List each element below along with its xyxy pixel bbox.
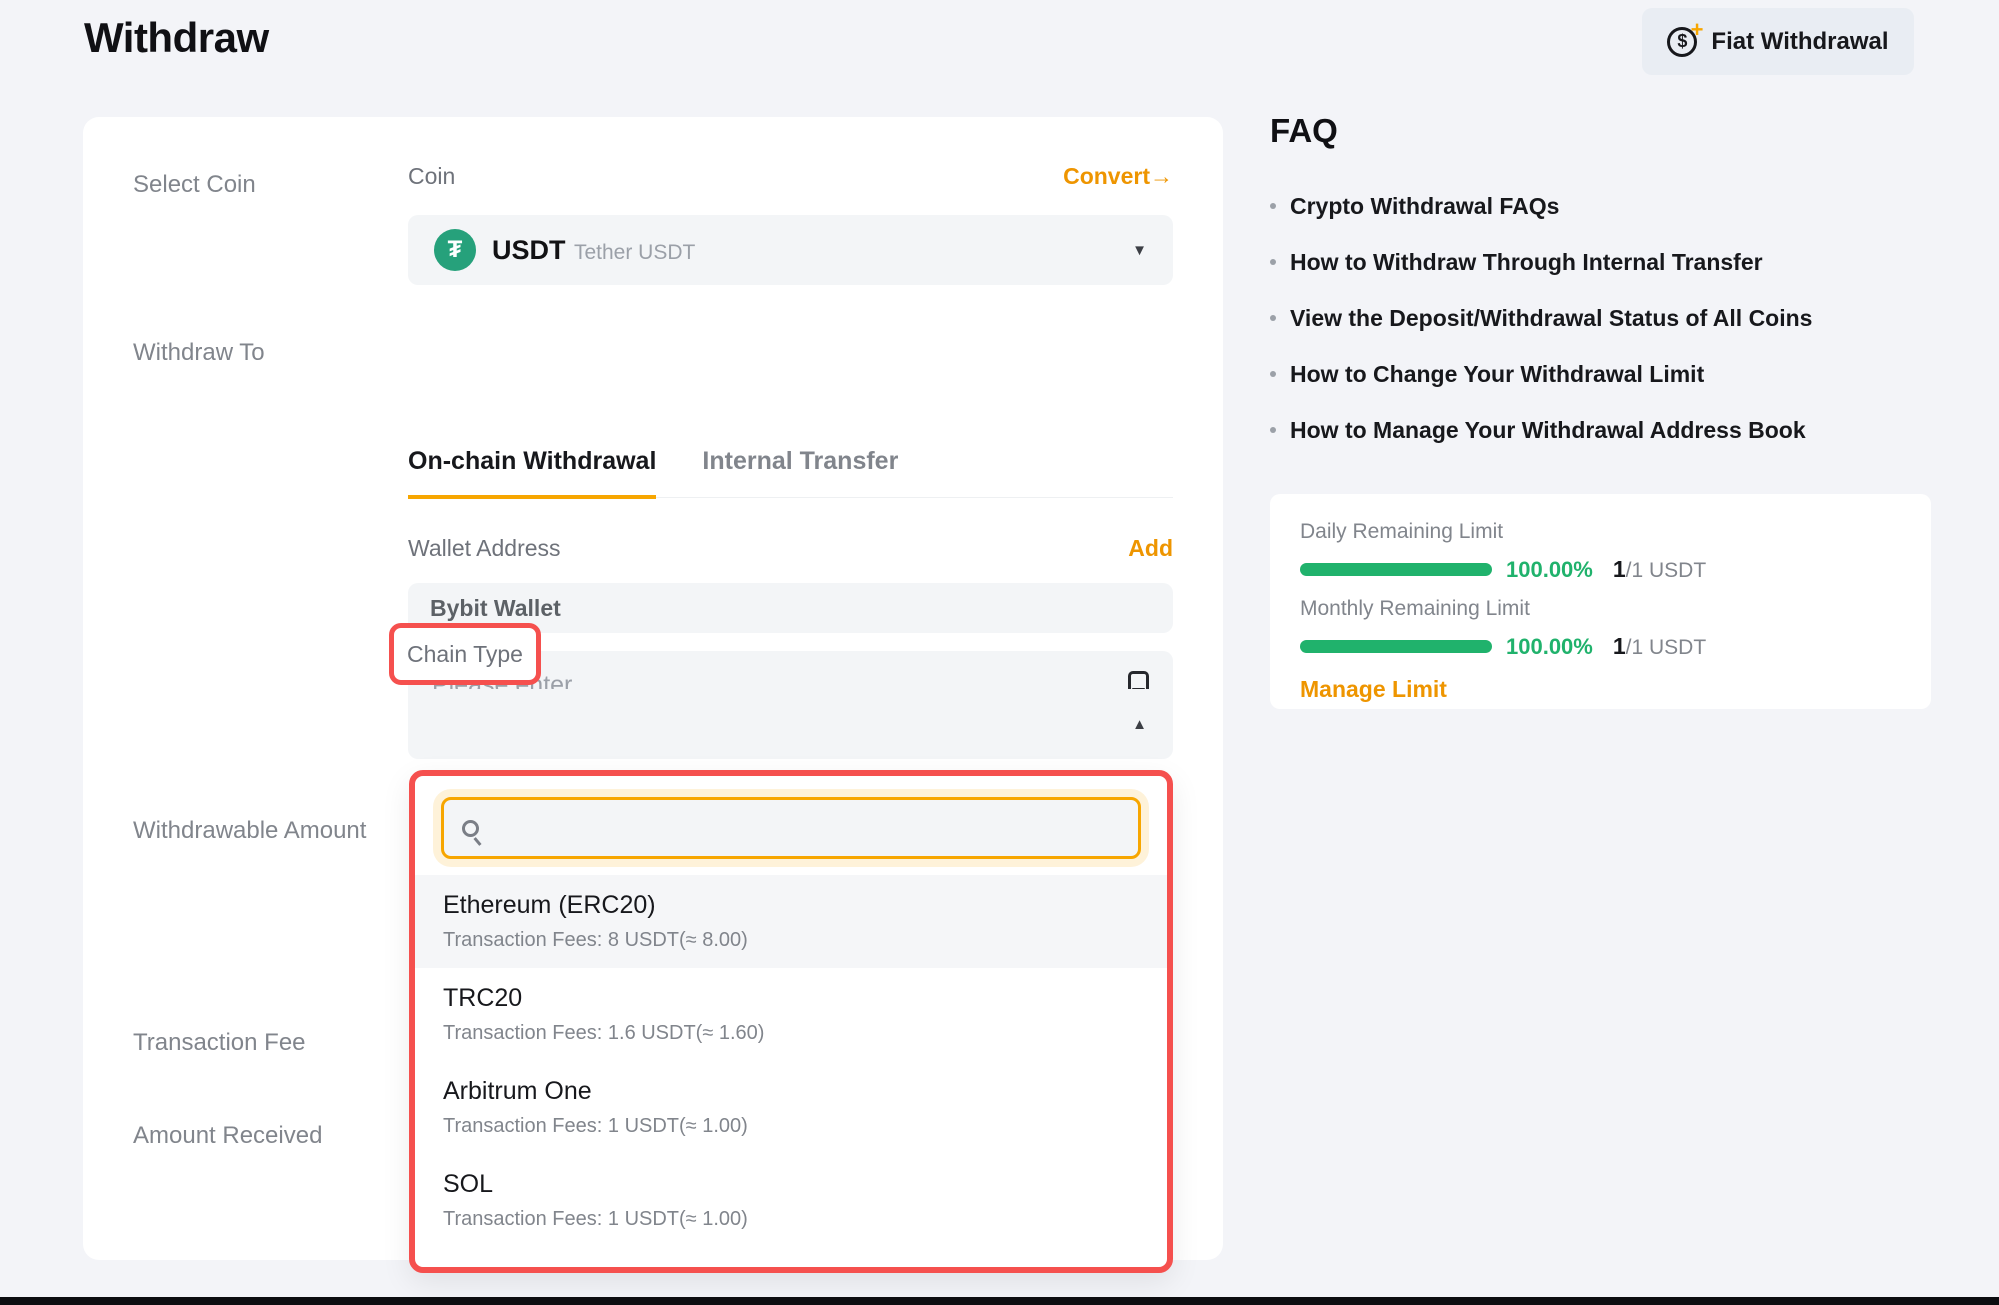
tab-internal-transfer[interactable]: Internal Transfer (702, 447, 898, 497)
wallet-address-header: Wallet Address Add (408, 535, 1173, 562)
fiat-coin-icon: $ (1667, 27, 1697, 57)
chain-option-name: BSC (BEP20) (443, 1263, 1139, 1273)
chevron-up-icon: ▲ (1132, 716, 1147, 733)
annotation-box-chain-type: Chain Type (389, 623, 541, 685)
bullet-dot-icon (1270, 259, 1276, 265)
faq-link-crypto-withdrawal-faqs[interactable]: Crypto Withdrawal FAQs (1270, 192, 1932, 220)
monthly-limit-used: 1 (1613, 633, 1626, 659)
amount-received-label: Amount Received (133, 1122, 322, 1150)
withdraw-to-label: Withdraw To (133, 339, 265, 367)
tether-coin-icon: ₮ (434, 229, 476, 271)
chain-search-input[interactable] (491, 814, 1120, 842)
chain-type-select[interactable]: ▲ (408, 689, 1173, 759)
faq-section: FAQ Crypto Withdrawal FAQs How to Withdr… (1270, 112, 1932, 472)
coin-symbol: USDT (492, 235, 566, 265)
faq-link-manage-address-book[interactable]: How to Manage Your Withdrawal Address Bo… (1270, 416, 1932, 444)
coin-label: Coin (408, 163, 455, 190)
daily-limit-used: 1 (1613, 556, 1626, 582)
withdrawal-limits-card: Daily Remaining Limit 100.00% 1/1 USDT M… (1270, 494, 1931, 709)
chain-option-ethereum-erc20[interactable]: Ethereum (ERC20) Transaction Fees: 8 USD… (415, 875, 1167, 968)
monthly-limit-row: 100.00% 1/1 USDT (1300, 633, 1901, 660)
chain-option-name: Ethereum (ERC20) (443, 891, 1139, 920)
chain-option-trc20[interactable]: TRC20 Transaction Fees: 1.6 USDT(≈ 1.60) (415, 968, 1167, 1061)
monthly-limit-percent: 100.00% (1506, 634, 1593, 660)
bottom-edge-bar (0, 1297, 1999, 1305)
chain-option-bsc-bep20[interactable]: BSC (BEP20) (415, 1247, 1167, 1273)
convert-label: Convert (1063, 163, 1150, 189)
daily-limit-row: 100.00% 1/1 USDT (1300, 556, 1901, 583)
chain-dropdown-panel: Ethereum (ERC20) Transaction Fees: 8 USD… (409, 770, 1173, 1273)
withdraw-page: Withdraw $ Fiat Withdrawal Select Coin W… (0, 0, 1999, 1305)
chain-option-name: Arbitrum One (443, 1077, 1139, 1106)
monthly-limit-progress-bar (1300, 640, 1492, 653)
withdrawable-amount-label: Withdrawable Amount (133, 817, 366, 845)
bullet-dot-icon (1270, 203, 1276, 209)
fiat-withdrawal-button[interactable]: $ Fiat Withdrawal (1642, 8, 1914, 75)
chain-search-field (441, 797, 1141, 859)
tab-onchain-withdrawal[interactable]: On-chain Withdrawal (408, 447, 656, 499)
chain-option-fee: Transaction Fees: 1.6 USDT(≈ 1.60) (443, 1022, 1139, 1045)
select-coin-label: Select Coin (133, 171, 256, 199)
chain-option-fee: Transaction Fees: 1 USDT(≈ 1.00) (443, 1115, 1139, 1138)
chain-option-name: SOL (443, 1170, 1139, 1199)
chain-option-fee: Transaction Fees: 8 USDT(≈ 8.00) (443, 929, 1139, 952)
add-address-link[interactable]: Add (1128, 535, 1173, 562)
faq-link-label: How to Change Your Withdrawal Limit (1290, 360, 1704, 388)
page-title: Withdraw (84, 14, 269, 62)
chain-option-name: TRC20 (443, 984, 1139, 1013)
daily-limit-label: Daily Remaining Limit (1300, 520, 1901, 544)
coin-full-name: Tether USDT (574, 241, 695, 264)
bullet-dot-icon (1270, 315, 1276, 321)
coin-select[interactable]: ₮ USDT Tether USDT ▼ (408, 215, 1173, 285)
faq-link-deposit-withdrawal-status[interactable]: View the Deposit/Withdrawal Status of Al… (1270, 304, 1932, 332)
faq-link-label: How to Withdraw Through Internal Transfe… (1290, 248, 1763, 276)
faq-link-label: Crypto Withdrawal FAQs (1290, 192, 1559, 220)
faq-link-change-withdrawal-limit[interactable]: How to Change Your Withdrawal Limit (1270, 360, 1932, 388)
convert-arrow-icon: → (1150, 163, 1173, 189)
bullet-dot-icon (1270, 427, 1276, 433)
transaction-fee-label: Transaction Fee (133, 1029, 306, 1057)
daily-limit-progress-bar (1300, 563, 1492, 576)
monthly-limit-label: Monthly Remaining Limit (1300, 597, 1901, 621)
faq-link-label: How to Manage Your Withdrawal Address Bo… (1290, 416, 1806, 444)
monthly-limit-total: /1 USDT (1626, 636, 1707, 659)
coin-field-header: Coin Convert→ (408, 163, 1173, 190)
chain-option-arbitrum-one[interactable]: Arbitrum One Transaction Fees: 1 USDT(≈ … (415, 1061, 1167, 1154)
convert-link[interactable]: Convert→ (1063, 163, 1173, 190)
manage-limit-link[interactable]: Manage Limit (1300, 676, 1901, 703)
chain-option-sol[interactable]: SOL Transaction Fees: 1 USDT(≈ 1.00) (415, 1154, 1167, 1247)
bullet-dot-icon (1270, 371, 1276, 377)
wallet-address-label: Wallet Address (408, 535, 561, 562)
faq-link-label: View the Deposit/Withdrawal Status of Al… (1290, 304, 1812, 332)
chain-option-fee: Transaction Fees: 1 USDT(≈ 1.00) (443, 1208, 1139, 1231)
daily-limit-total: /1 USDT (1626, 559, 1707, 582)
faq-title: FAQ (1270, 112, 1932, 150)
withdraw-tabs: On-chain Withdrawal Internal Transfer (408, 447, 1173, 498)
chain-type-label: Chain Type (407, 641, 523, 668)
search-icon (462, 820, 479, 837)
chevron-down-icon: ▼ (1132, 242, 1147, 259)
daily-limit-percent: 100.00% (1506, 557, 1593, 583)
fiat-withdrawal-label: Fiat Withdrawal (1711, 28, 1888, 56)
faq-link-internal-transfer[interactable]: How to Withdraw Through Internal Transfe… (1270, 248, 1932, 276)
faq-list: Crypto Withdrawal FAQs How to Withdraw T… (1270, 192, 1932, 444)
